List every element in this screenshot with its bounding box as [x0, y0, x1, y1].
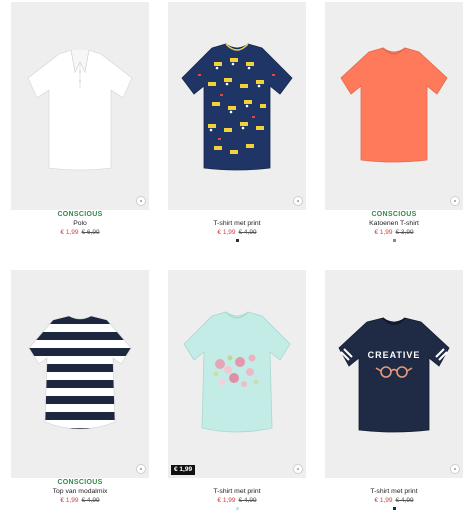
navy-creative-tshirt-image	[325, 270, 463, 478]
navy-print-tshirt-image	[168, 2, 306, 210]
conscious-badge	[168, 479, 306, 487]
product-image[interactable]: € 1,99	[168, 270, 306, 478]
favorite-icon[interactable]	[136, 196, 146, 206]
product-image[interactable]: CREATIVE	[325, 270, 463, 478]
original-price: € 6,99	[81, 229, 100, 236]
original-price: € 4,99	[395, 497, 414, 504]
conscious-badge: CONSCIOUS	[57, 211, 103, 218]
product-title[interactable]: Top van modalmix	[11, 488, 149, 497]
product-image[interactable]	[11, 270, 149, 478]
favorite-icon[interactable]	[450, 196, 460, 206]
original-price: € 4,99	[238, 497, 257, 504]
sale-price: € 1,99	[374, 497, 393, 504]
sale-price: € 1,99	[217, 229, 236, 236]
conscious-badge: CONSCIOUS	[57, 479, 103, 486]
sale-price: € 1,99	[60, 229, 79, 236]
original-price: € 4,99	[238, 229, 257, 236]
product-info: T-shirt met print € 1,99 € 4,99	[325, 479, 463, 510]
product-title[interactable]: T-shirt met print	[168, 220, 306, 229]
product-info: T-shirt met print € 1,99 € 4,99	[168, 211, 306, 242]
favorite-icon[interactable]	[293, 464, 303, 474]
product-info: CONSCIOUS Polo € 1,99 € 6,99	[11, 211, 149, 237]
conscious-badge: CONSCIOUS	[371, 211, 417, 218]
product-price: € 1,99 € 3,99	[325, 229, 463, 237]
product-info: CONSCIOUS Katoenen T-shirt € 1,99 € 3,99	[325, 211, 463, 242]
favorite-icon[interactable]	[450, 464, 460, 474]
favorite-icon[interactable]	[136, 464, 146, 474]
color-swatch[interactable]	[235, 239, 239, 242]
price-tag: € 1,99	[171, 465, 196, 475]
original-price: € 3,99	[395, 229, 414, 236]
original-price: € 4,99	[81, 497, 100, 504]
product-price: € 1,99 € 4,99	[168, 497, 306, 505]
shirt-print-text: CREATIVE	[367, 350, 421, 360]
product-price: € 1,99 € 4,99	[325, 497, 463, 505]
product-title[interactable]: Polo	[11, 220, 149, 229]
sale-price: € 1,99	[217, 497, 236, 504]
product-title[interactable]: T-shirt met print	[168, 488, 306, 497]
product-price: € 1,99 € 6,99	[11, 229, 149, 237]
conscious-badge	[168, 211, 306, 219]
product-title[interactable]: Katoenen T-shirt	[325, 220, 463, 229]
sale-price: € 1,99	[60, 497, 79, 504]
conscious-badge	[325, 479, 463, 487]
product-price: € 1,99 € 4,99	[168, 229, 306, 237]
color-swatch[interactable]	[392, 239, 396, 242]
product-image[interactable]	[11, 2, 149, 210]
striped-top-image	[11, 270, 149, 478]
color-swatch[interactable]	[392, 507, 396, 510]
color-swatch[interactable]	[235, 507, 239, 510]
white-polo-image	[11, 2, 149, 210]
product-price: € 1,99 € 4,99	[11, 497, 149, 505]
product-info: CONSCIOUS Top van modalmix € 1,99 € 4,99	[11, 479, 149, 505]
product-title[interactable]: T-shirt met print	[325, 488, 463, 497]
product-grid: CONSCIOUS Polo € 1,99 € 6,99 T-shirt met…	[0, 0, 475, 513]
favorite-icon[interactable]	[293, 196, 303, 206]
product-info: T-shirt met print € 1,99 € 4,99	[168, 479, 306, 510]
coral-tshirt-image	[325, 2, 463, 210]
mint-print-tshirt-image	[168, 270, 306, 478]
product-image[interactable]	[168, 2, 306, 210]
product-image[interactable]	[325, 2, 463, 210]
sale-price: € 1,99	[374, 229, 393, 236]
